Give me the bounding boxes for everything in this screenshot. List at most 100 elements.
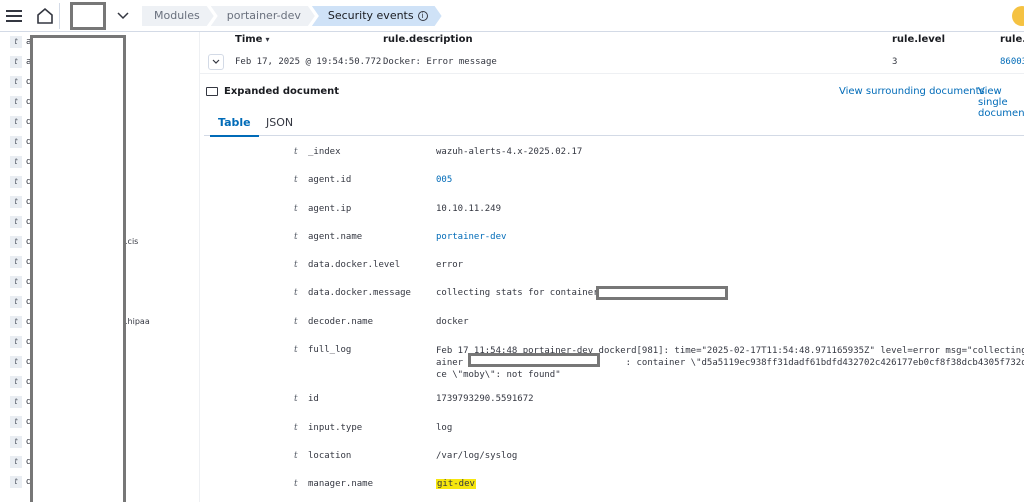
sidebar-field-item[interactable]: td — [10, 276, 32, 288]
document-field-row: t manager.name git-dev — [294, 479, 1024, 493]
cell-rule-id[interactable]: 86003 — [1000, 57, 1024, 67]
column-rule-description[interactable]: rule.description — [383, 34, 473, 45]
sidebar-field-item[interactable]: td — [10, 376, 32, 388]
sidebar-field-suffix: .cis — [125, 237, 139, 246]
string-type-icon: t — [294, 260, 298, 270]
highlighted-value: git-dev — [436, 479, 476, 489]
breadcrumb: Modules portainer-dev Security events i — [142, 6, 439, 26]
document-field-row: t agent.name portainer-dev — [294, 232, 1024, 246]
string-type-icon: t — [294, 345, 298, 355]
sidebar-field-item[interactable]: td — [10, 316, 32, 328]
document-field-row: t decoder.name docker — [294, 317, 1024, 331]
menu-icon[interactable] — [6, 7, 22, 23]
info-icon: i — [418, 11, 428, 21]
document-field-row: t input.type log — [294, 423, 1024, 437]
sidebar-field-item[interactable]: td — [10, 156, 32, 168]
string-type-icon: t — [294, 147, 298, 157]
document-field-value: git-dev — [436, 479, 476, 489]
string-type-icon: t — [10, 296, 22, 308]
string-type-icon: t — [10, 96, 22, 108]
string-type-icon: t — [10, 336, 22, 348]
cell-rule-description: Docker: Error message — [383, 57, 497, 67]
redacted-area — [468, 353, 600, 367]
column-rule-level[interactable]: rule.level — [892, 34, 945, 45]
string-type-icon: t — [10, 396, 22, 408]
sidebar-field-item[interactable]: td — [10, 296, 32, 308]
string-type-icon: t — [294, 204, 298, 214]
table-header: Time▾ rule.description rule.level rule.i… — [200, 32, 1024, 48]
view-surrounding-link[interactable]: View surrounding documents — [839, 86, 985, 97]
breadcrumb-agent[interactable]: portainer-dev — [211, 6, 315, 26]
string-type-icon: t — [10, 76, 22, 88]
string-type-icon: t — [10, 456, 22, 468]
sidebar-field-item[interactable]: td — [10, 396, 32, 408]
string-type-icon: t — [294, 317, 298, 327]
document-field-value: 10.10.11.249 — [436, 204, 502, 214]
sidebar-field-item[interactable]: td — [10, 336, 32, 348]
document-tabs: Table JSON — [204, 108, 1024, 137]
app-logo-redacted — [70, 2, 106, 30]
document-field-name: agent.ip — [308, 204, 352, 214]
sidebar-field-item[interactable]: td — [10, 196, 32, 208]
app-switcher-button[interactable] — [112, 6, 134, 26]
string-type-icon: t — [10, 416, 22, 428]
sidebar-field-item[interactable]: td — [10, 256, 32, 268]
tab-table[interactable]: Table — [210, 116, 259, 137]
column-rule-id[interactable]: rule.id — [1000, 34, 1024, 45]
string-type-icon: t — [10, 36, 22, 48]
avatar[interactable] — [1012, 6, 1024, 26]
document-field-name: agent.id — [308, 175, 352, 185]
collapse-row-button[interactable] — [208, 54, 224, 70]
document-field-value[interactable]: portainer-dev — [436, 232, 506, 242]
breadcrumb-security-events[interactable]: Security events i — [312, 6, 442, 26]
string-type-icon: t — [10, 196, 22, 208]
document-field-value: wazuh-alerts-4.x-2025.02.17 — [436, 147, 583, 157]
document-field-name: id — [308, 394, 319, 404]
sidebar-field-item[interactable]: td — [10, 116, 32, 128]
sidebar-field-item[interactable]: ta — [10, 36, 32, 48]
sidebar-field-item[interactable]: ta — [10, 56, 32, 68]
sort-down-icon: ▾ — [265, 35, 270, 44]
sidebar-field-item[interactable]: td — [10, 456, 32, 468]
sidebar-field-item[interactable]: td — [10, 216, 32, 228]
chevron-down-icon — [117, 12, 129, 20]
expanded-document-title: Expanded document — [206, 86, 339, 97]
cell-time: Feb 17, 2025 @ 19:54:50.772 — [235, 57, 382, 67]
sidebar-field-item[interactable]: td — [10, 476, 32, 488]
document-field-value[interactable]: 005 — [436, 175, 452, 185]
breadcrumb-modules[interactable]: Modules — [142, 6, 214, 26]
document-field-row: t data.docker.level error — [294, 260, 1024, 274]
document-field-name: _index — [308, 147, 341, 157]
redacted-area — [30, 35, 126, 502]
top-bar: Modules portainer-dev Security events i — [0, 0, 1024, 32]
sidebar-field-suffix: .hipaa — [125, 317, 150, 326]
string-type-icon: t — [10, 176, 22, 188]
string-type-icon: t — [10, 256, 22, 268]
document-field-value: 1739793290.5591672 — [436, 394, 534, 404]
sidebar-field-item[interactable]: td — [10, 356, 32, 368]
sidebar-field-item[interactable]: td — [10, 176, 32, 188]
document-field-row: t agent.ip 10.10.11.249 — [294, 204, 1024, 218]
chevron-down-icon — [212, 59, 220, 64]
sidebar-field-item[interactable]: td — [10, 236, 32, 248]
column-time[interactable]: Time ▾ — [235, 34, 269, 45]
string-type-icon: t — [10, 116, 22, 128]
sidebar-field-item[interactable]: td — [10, 96, 32, 108]
sidebar-field-item[interactable]: td — [10, 436, 32, 448]
string-type-icon: t — [10, 376, 22, 388]
home-button[interactable] — [30, 3, 60, 29]
document-field-row: t agent.id 005 — [294, 175, 1024, 189]
table-row[interactable]: Feb 17, 2025 @ 19:54:50.772 Docker: Erro… — [200, 52, 1024, 74]
document-field-name: full_log — [308, 345, 352, 355]
sidebar-field-item[interactable]: td — [10, 136, 32, 148]
string-type-icon: t — [294, 479, 298, 489]
document-field-name: input.type — [308, 423, 363, 433]
document-field-row: t location/var/log/syslog — [294, 451, 1024, 465]
sidebar-field-item[interactable]: td — [10, 76, 32, 88]
redacted-area — [596, 286, 728, 300]
sidebar-field-item[interactable]: td — [10, 416, 32, 428]
document-field-name: manager.name — [308, 479, 374, 489]
tab-json[interactable]: JSON — [266, 116, 293, 135]
string-type-icon: t — [294, 288, 298, 298]
string-type-icon: t — [294, 451, 298, 461]
